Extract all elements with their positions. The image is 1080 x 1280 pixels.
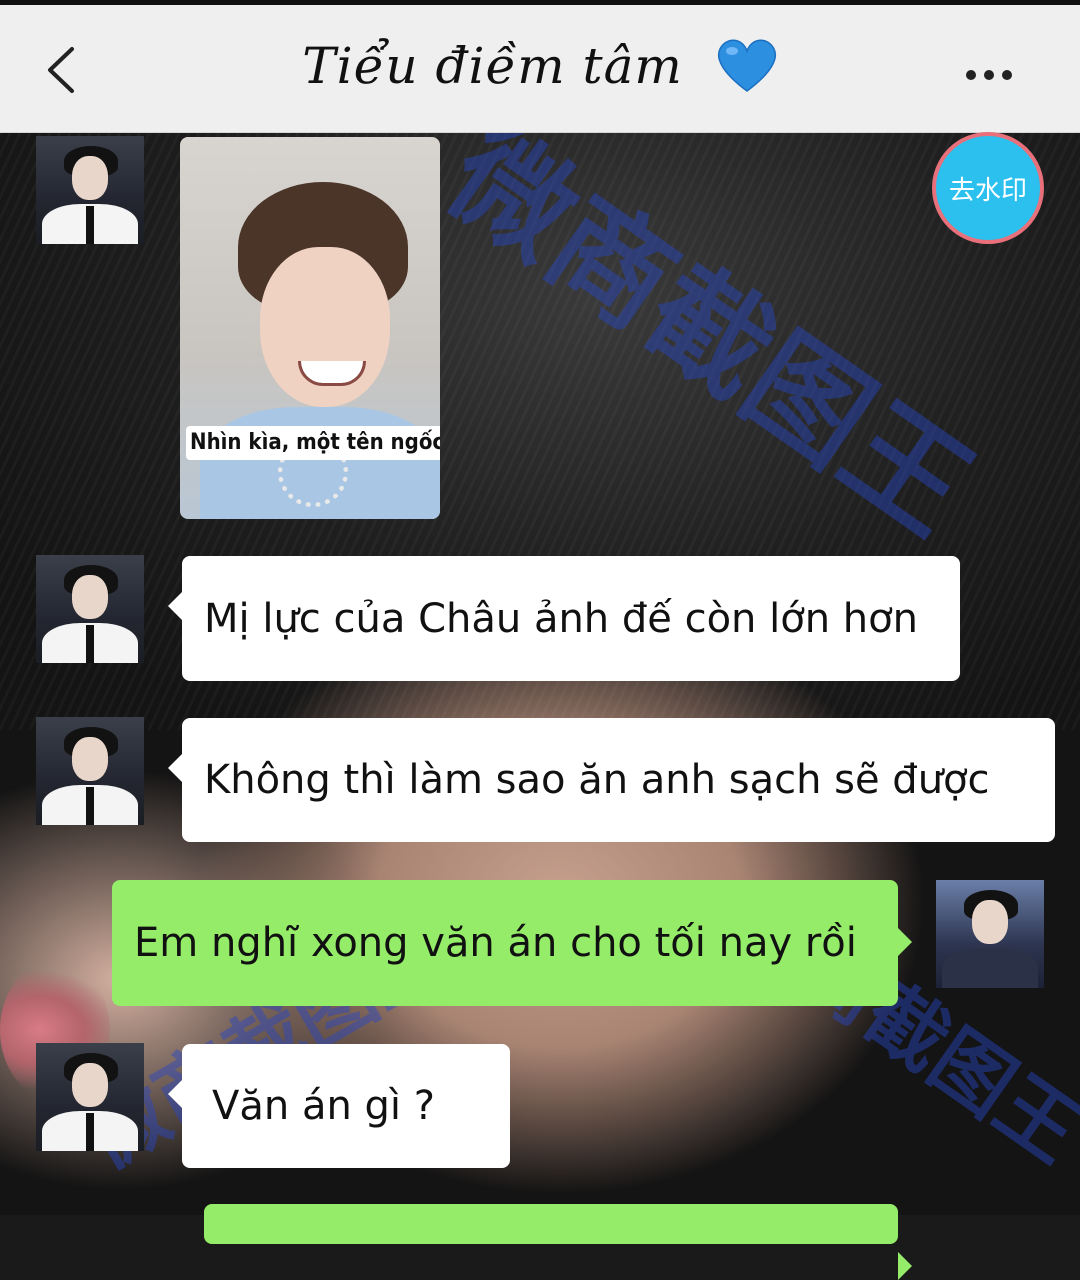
chat-header: Tiểu điềm tâm xyxy=(0,5,1080,133)
avatar[interactable] xyxy=(36,136,144,244)
more-dots-icon[interactable] xyxy=(966,65,1022,80)
remove-watermark-button[interactable]: 去水印 xyxy=(932,132,1044,244)
message-bubble[interactable]: Không thì làm sao ăn anh sạch sẽ được xyxy=(168,718,1055,842)
sent-message-bubble-partial[interactable] xyxy=(204,1204,912,1280)
blue-heart-icon xyxy=(717,39,776,92)
chat-title: Tiểu điềm tâm xyxy=(0,37,1080,95)
avatar[interactable] xyxy=(36,717,144,825)
image-caption: Nhìn kìa, một tên ngốc xyxy=(186,426,440,460)
sent-message-bubble[interactable]: Em nghĩ xong văn án cho tối nay rồi xyxy=(112,880,912,1006)
avatar[interactable] xyxy=(36,555,144,663)
avatar[interactable] xyxy=(36,1043,144,1151)
message-bubble[interactable]: Văn án gì ? xyxy=(168,1044,510,1168)
message-bubble[interactable]: Mị lực của Châu ảnh đế còn lớn hơn xyxy=(168,556,960,681)
my-avatar[interactable] xyxy=(936,880,1044,988)
image-message[interactable]: Nhìn kìa, một tên ngốc xyxy=(180,137,440,519)
chat-title-text: Tiểu điềm tâm xyxy=(302,37,683,95)
